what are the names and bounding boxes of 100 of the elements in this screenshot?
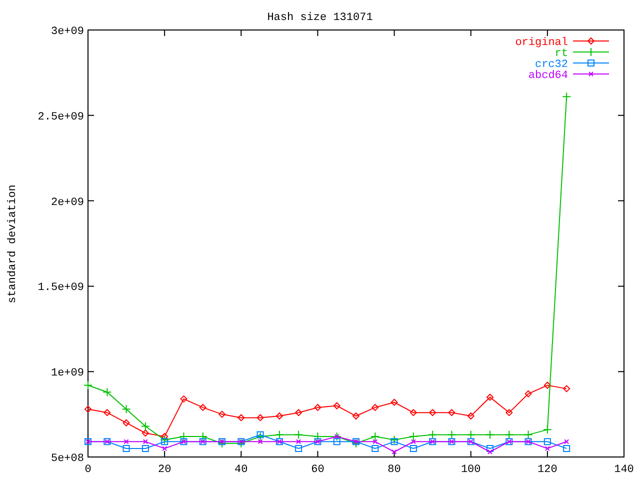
plus-marker — [370, 432, 380, 441]
diamond-marker — [352, 412, 360, 420]
x-marker — [124, 439, 129, 444]
diamond-marker — [333, 402, 341, 410]
diamond-marker — [448, 408, 456, 416]
plus-marker — [274, 430, 284, 440]
square-marker — [390, 438, 398, 446]
plus-marker — [160, 435, 170, 444]
plus-marker — [504, 430, 514, 440]
x-marker — [258, 439, 263, 444]
diamond-marker — [562, 384, 570, 392]
legend-label: rt — [554, 48, 568, 60]
tick-label: 80 — [388, 464, 401, 476]
square-marker — [161, 438, 168, 446]
diamond-marker — [467, 412, 475, 420]
plus-marker — [352, 438, 360, 448]
plus-marker — [408, 432, 418, 441]
plus-marker — [562, 92, 572, 102]
tick-label: 1.5e+09 — [38, 282, 84, 294]
plus-marker — [466, 430, 476, 440]
diamond-marker — [524, 390, 532, 398]
plus-marker — [313, 432, 322, 441]
square-marker — [256, 431, 264, 438]
plus-marker — [524, 430, 533, 440]
plus-marker — [428, 430, 438, 440]
plus-marker — [179, 432, 188, 441]
square-marker — [410, 444, 417, 452]
diamond-marker — [486, 394, 494, 401]
diamond-marker — [103, 408, 111, 416]
diamond-marker — [218, 410, 226, 418]
tick-label: 120 — [538, 464, 558, 476]
tick-label: 2.5e+09 — [38, 111, 84, 124]
legend-label: abcd64 — [528, 70, 568, 82]
x-marker — [392, 449, 397, 454]
diamond-marker — [276, 412, 284, 420]
plus-marker — [332, 432, 342, 441]
diamond-marker — [390, 398, 398, 406]
legend-line — [572, 72, 610, 76]
tick-label: 1e+09 — [50, 368, 84, 380]
legend-line — [572, 37, 610, 45]
diamond-marker — [160, 432, 168, 440]
x-marker — [488, 449, 492, 454]
plus-marker — [486, 430, 494, 440]
tick-label: 60 — [311, 464, 324, 476]
diamond-marker — [84, 405, 92, 413]
plus-marker — [256, 432, 265, 441]
diamond-marker — [256, 414, 264, 422]
tick-label: 140 — [614, 464, 634, 476]
tick-label: 0 — [84, 464, 92, 476]
diamond-marker — [294, 408, 302, 416]
plus-marker — [390, 435, 399, 444]
tick-label: 3e+09 — [50, 26, 84, 38]
x-marker — [334, 434, 340, 439]
plus-marker — [122, 404, 131, 414]
diamond-marker — [237, 414, 245, 422]
square-marker — [142, 444, 149, 452]
x-marker — [372, 439, 378, 444]
x-marker — [296, 439, 302, 444]
x-marker — [142, 439, 148, 444]
diamond-marker — [122, 419, 130, 427]
square-marker — [295, 444, 302, 452]
diamond-marker — [428, 408, 436, 416]
square-marker — [372, 444, 379, 452]
plus-marker — [236, 438, 246, 448]
plus-marker — [198, 432, 208, 441]
legend-line — [572, 48, 610, 56]
x-marker — [544, 446, 550, 451]
x-marker — [410, 439, 416, 444]
tick-label: 100 — [460, 464, 481, 476]
axis-label: standard deviation — [7, 184, 19, 304]
plus-marker — [84, 380, 92, 390]
tick-label: 5e+08 — [50, 453, 84, 465]
x-marker — [564, 439, 570, 444]
plus-marker — [140, 422, 150, 431]
legend-label: crc32 — [534, 59, 568, 71]
diamond-marker — [410, 408, 418, 416]
square-marker — [563, 444, 570, 452]
plus-marker — [447, 430, 456, 440]
square-marker — [486, 444, 494, 452]
square-marker — [544, 438, 551, 446]
tick-label: 20 — [158, 464, 172, 476]
plus-marker — [102, 388, 112, 397]
square-marker — [333, 438, 340, 446]
x-marker — [162, 446, 168, 451]
diamond-marker — [505, 408, 513, 416]
diamond-marker — [371, 404, 379, 412]
chart-title: Hash size 131071 — [267, 12, 373, 24]
diamond-marker — [544, 382, 552, 389]
tick-label: 2e+09 — [50, 196, 84, 209]
diamond-marker — [199, 404, 207, 412]
plus-marker — [542, 425, 552, 434]
diamond-marker — [314, 404, 322, 412]
legend-line — [572, 60, 610, 66]
tick-label: 40 — [234, 464, 248, 476]
square-marker — [122, 444, 130, 452]
legend-label: original — [515, 37, 568, 49]
plus-marker — [294, 430, 304, 440]
plus-marker — [218, 438, 226, 448]
diamond-marker — [180, 395, 188, 403]
diamond-marker — [142, 429, 150, 437]
